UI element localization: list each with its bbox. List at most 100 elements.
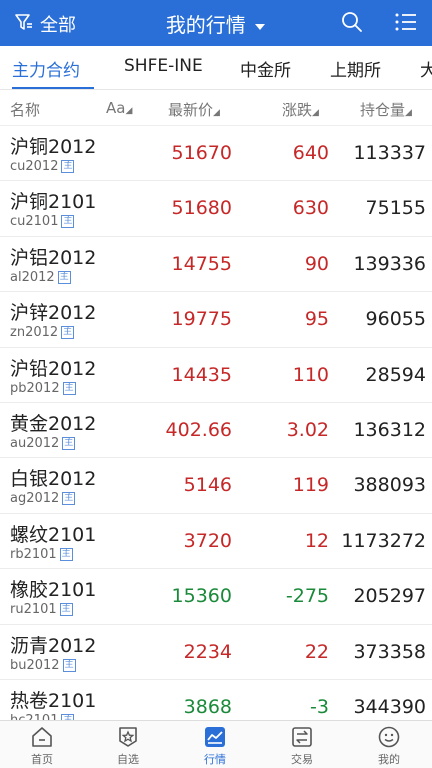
contract-name: 沪锌2012: [10, 302, 97, 325]
quote-list: 沪铜2012 cu2012 主 51670 640 113337 沪铜2101 c…: [0, 126, 432, 720]
price-change: 119: [292, 474, 329, 497]
contract-name: 沪铜2012: [10, 136, 97, 158]
contract-code: ag2012: [10, 491, 60, 507]
page-title[interactable]: 我的行情: [166, 13, 266, 37]
open-interest: 344390: [353, 695, 426, 718]
contract-code: zn2012: [10, 325, 59, 341]
contract-code: cu2012: [10, 159, 59, 174]
contract-code: cu2101: [10, 214, 59, 230]
last-price: 3868: [183, 695, 232, 718]
col-change[interactable]: 涨跌◢: [282, 99, 319, 120]
quote-row[interactable]: 螺纹2101 rb2101 主 3720 12 1173272: [0, 514, 432, 570]
quote-row[interactable]: 沪铅2012 pb2012 主 14435 110 28594: [0, 348, 432, 403]
price-change: 640: [292, 142, 329, 164]
contract-code-wrap: al2012 主: [10, 270, 71, 285]
tab-shfe-ine[interactable]: SHFE-INE: [124, 56, 203, 76]
col-name[interactable]: 名称: [10, 99, 40, 120]
filter-label: 全部: [40, 15, 76, 36]
contract-name: 热卷2101: [10, 689, 97, 712]
nav-home[interactable]: 首页: [12, 725, 72, 767]
quote-row[interactable]: 热卷2101 hc2101主 3868 -3 344390: [0, 680, 432, 720]
open-interest: 75155: [365, 197, 426, 220]
quote-row[interactable]: 沪铝2012 al2012 主 14755 90 139336: [0, 237, 432, 293]
open-interest: 136312: [353, 418, 426, 441]
last-price: 14435: [171, 363, 232, 386]
price-change: 95: [304, 308, 329, 331]
bottom-nav: 首页 自选 行情 交易 我的: [0, 720, 432, 768]
col-price[interactable]: 最新价◢: [168, 99, 220, 120]
list-menu-button[interactable]: [394, 11, 418, 37]
main-contract-badge: 主: [57, 270, 71, 284]
contract-name: 螺纹2101: [10, 523, 97, 546]
main-contract-badge: 主: [62, 381, 76, 395]
contract-code-wrap: cu2012 主: [10, 159, 75, 174]
main-contract-badge: 主: [62, 436, 76, 450]
open-interest: 205297: [353, 585, 426, 608]
contract-name: 沪铅2012: [10, 357, 97, 380]
contract-code: hc2101: [10, 713, 58, 720]
nav-profile[interactable]: 我的: [359, 725, 419, 767]
font-toggle-label: Aa: [106, 99, 126, 117]
contract-code: ru2101: [10, 602, 57, 618]
last-price: 15360: [171, 585, 232, 608]
contract-code: rb2101: [10, 546, 57, 562]
sort-caret-icon: ◢: [405, 108, 412, 118]
tab-shfe[interactable]: 上期所: [330, 56, 381, 81]
contract-code-wrap: rb2101 主: [10, 547, 73, 562]
contract-code-wrap: ru2101 主: [10, 602, 73, 617]
tab-cffex[interactable]: 中金所: [240, 56, 291, 81]
nav-watchlist[interactable]: 自选: [98, 725, 158, 767]
last-price: 5146: [183, 474, 232, 497]
contract-code-wrap: pb2012 主: [10, 381, 76, 396]
contract-code: au2012: [10, 435, 60, 451]
contract-name: 沥青2012: [10, 634, 97, 657]
nav-market[interactable]: 行情: [185, 725, 245, 767]
quote-row[interactable]: 沪铜2101 cu2101 主 51680 630 75155: [0, 181, 432, 237]
open-interest: 1173272: [341, 529, 426, 552]
font-size-toggle[interactable]: Aa◢: [106, 99, 132, 117]
open-interest: 28594: [365, 363, 426, 386]
col-price-label: 最新价: [168, 101, 214, 119]
sort-caret-icon: ◢: [312, 108, 319, 118]
contract-code-wrap: zn2012 主: [10, 325, 75, 341]
main-contract-badge: 主: [59, 603, 73, 617]
contract-code-wrap: cu2101 主: [10, 214, 75, 230]
main-contract-badge: 主: [61, 160, 75, 173]
main-contract-badge: 主: [62, 492, 76, 506]
nav-watchlist-label: 自选: [117, 753, 139, 766]
quote-row[interactable]: 沥青2012 bu2012 主 2234 22 373358: [0, 625, 432, 680]
last-price: 3720: [183, 529, 232, 552]
contract-code: al2012: [10, 269, 55, 285]
quote-row[interactable]: 沪铜2012 cu2012 主 51670 640 113337: [0, 126, 432, 182]
quote-row[interactable]: 沪锌2012 zn2012 主 19775 95 96055: [0, 292, 432, 348]
chart-icon: [205, 727, 225, 747]
last-price: 14755: [171, 252, 232, 275]
nav-trade[interactable]: 交易: [272, 725, 332, 767]
quote-row[interactable]: 白银2012 ag2012 主 5146 119 388093: [0, 458, 432, 514]
price-change: 110: [292, 363, 329, 386]
col-oi-label: 持仓量: [360, 101, 406, 119]
nav-trade-label: 交易: [291, 753, 313, 766]
nav-market-label: 行情: [204, 753, 226, 766]
filter-button[interactable]: 全部: [14, 11, 76, 37]
contract-name: 白银2012: [10, 468, 97, 491]
last-price: 2234: [183, 640, 232, 663]
open-interest: 113337: [353, 142, 426, 164]
tab-dce[interactable]: 大: [420, 56, 432, 81]
tab-main-contracts[interactable]: 主力合约: [12, 56, 80, 81]
main-contract-badge: 主: [61, 326, 75, 340]
contract-code-wrap: ag2012 主: [10, 491, 76, 507]
col-open-interest[interactable]: 持仓量◢: [360, 99, 412, 120]
contract-name: 沪铝2012: [10, 246, 97, 269]
last-price: 402.66: [165, 418, 232, 441]
profile-icon: [378, 726, 400, 748]
price-change: 22: [304, 640, 329, 663]
search-button[interactable]: [340, 10, 364, 38]
price-change: -3: [310, 695, 329, 718]
column-header: 名称 Aa◢ 最新价◢ 涨跌◢ 持仓量◢: [0, 90, 432, 126]
price-change: 90: [304, 252, 329, 275]
quote-row[interactable]: 橡胶2101 ru2101 主 15360 -275 205297: [0, 569, 432, 625]
contract-name: 黄金2012: [10, 412, 97, 435]
quote-row[interactable]: 黄金2012 au2012 主 402.66 3.02 136312: [0, 403, 432, 459]
price-change: 630: [292, 197, 329, 220]
